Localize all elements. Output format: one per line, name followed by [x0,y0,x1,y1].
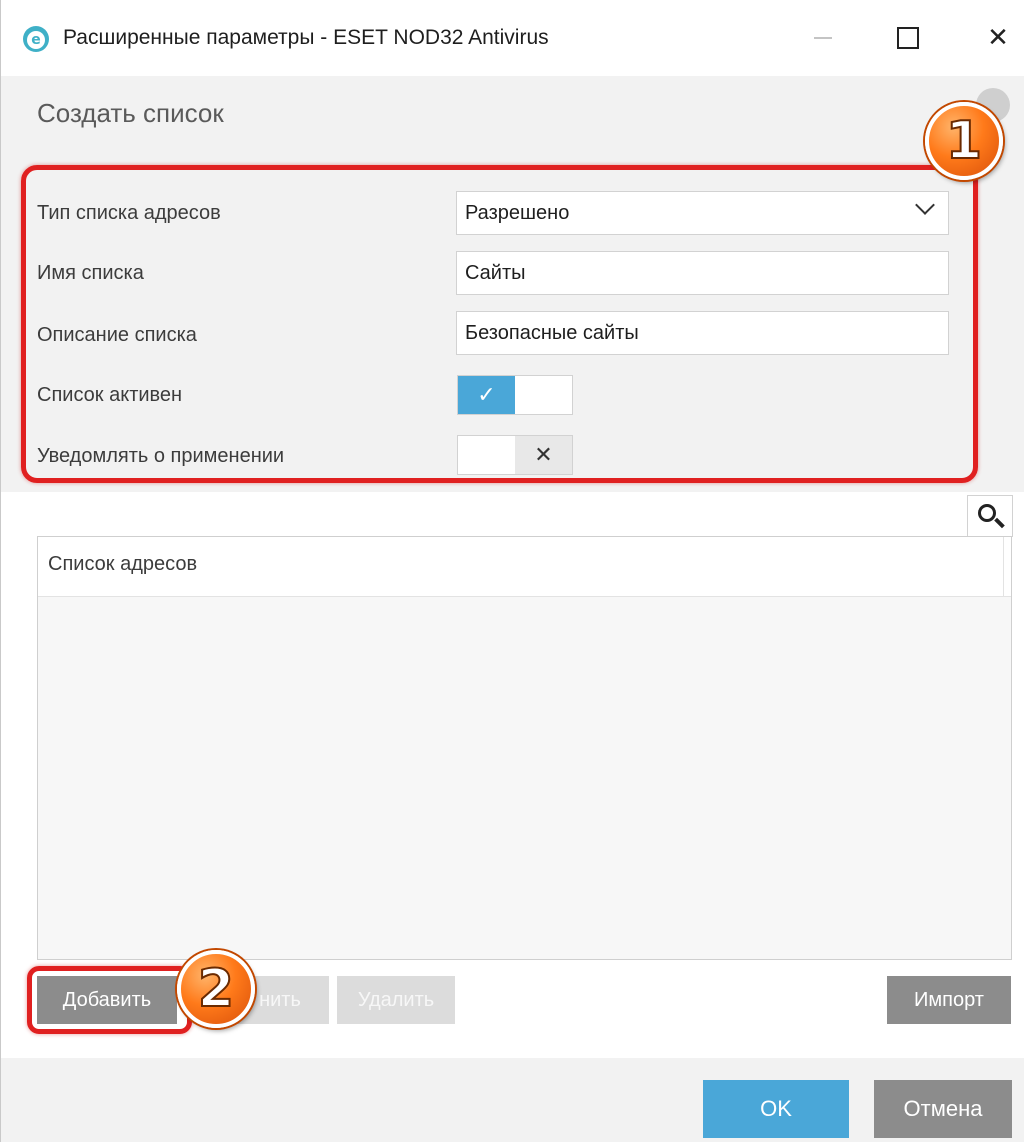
callout-highlight-1 [21,165,978,483]
step-badge-2: 2 [177,950,255,1028]
search-button[interactable] [967,495,1013,537]
maximize-button[interactable] [886,18,930,58]
dialog-window: e Расширенные параметры - ESET NOD32 Ant… [0,0,1024,1142]
import-button[interactable]: Импорт [887,976,1011,1024]
cancel-button[interactable]: Отмена [874,1080,1012,1138]
page-header: Создать список [1,76,1024,152]
search-icon [978,504,996,522]
dialog-footer [1,1058,1024,1142]
window-title: Расширенные параметры - ESET NOD32 Antiv… [63,26,549,49]
step-badge-1: 1 [925,102,1003,180]
delete-button[interactable]: Удалить [337,976,455,1024]
eset-app-icon: e [23,26,49,52]
page-title: Создать список [37,98,224,128]
callout-highlight-2 [27,966,192,1034]
list-column-header[interactable]: Список адресов [38,537,1011,597]
minimize-button[interactable] [801,18,845,58]
close-button[interactable]: ✕ [976,18,1020,58]
ok-button[interactable]: OK [703,1080,849,1138]
title-bar: e Расширенные параметры - ESET NOD32 Ant… [1,0,1024,76]
address-list[interactable]: Список адресов [37,536,1012,960]
app-icon-letter: e [27,31,45,49]
